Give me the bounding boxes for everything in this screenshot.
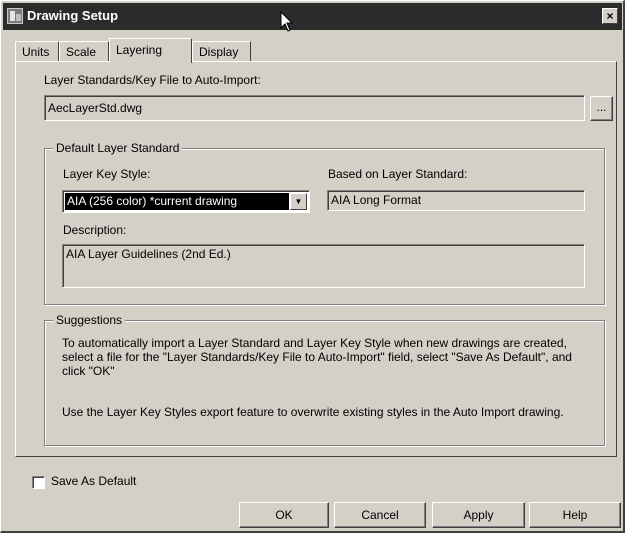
- app-icon: [7, 8, 23, 24]
- suggestion-text: To automatically import a Layer Standard…: [62, 336, 572, 378]
- tab-units[interactable]: Units: [15, 41, 59, 62]
- help-button[interactable]: Help: [529, 502, 621, 528]
- title-bar[interactable]: Drawing Setup ×: [3, 3, 622, 30]
- mouse-pointer-icon: [280, 11, 294, 32]
- based-on-label: Based on Layer Standard:: [328, 167, 468, 181]
- tab-display[interactable]: Display: [192, 41, 251, 62]
- description-field: AIA Layer Guidelines (2nd Ed.): [62, 244, 585, 288]
- suggestions-group: Suggestions To automatically import a La…: [44, 313, 605, 446]
- layer-key-style-dropdown[interactable]: AIA (256 color) *current drawing ▼: [62, 190, 310, 213]
- description-label: Description:: [63, 223, 127, 237]
- drawing-setup-dialog: Drawing Setup × Units Scale Layering Dis…: [0, 0, 625, 533]
- auto-import-field[interactable]: AecLayerStd.dwg: [44, 95, 585, 121]
- cancel-button[interactable]: Cancel: [334, 502, 426, 528]
- tab-label: Display: [199, 45, 239, 59]
- ok-button[interactable]: OK: [239, 502, 329, 528]
- default-layer-standard-group: Default Layer Standard Layer Key Style: …: [44, 141, 605, 305]
- save-as-default-checkbox[interactable]: [32, 476, 45, 489]
- window-title: Drawing Setup: [27, 8, 119, 23]
- tab-label: Scale: [66, 45, 97, 59]
- tab-scale[interactable]: Scale: [59, 41, 109, 62]
- chevron-down-icon[interactable]: ▼: [290, 193, 307, 210]
- suggestion-text: Use the Layer Key Styles export feature …: [62, 405, 564, 419]
- group-title: Suggestions: [53, 313, 126, 327]
- auto-import-label: Layer Standards/Key File to Auto-Import:: [44, 73, 261, 87]
- based-on-field: AIA Long Format: [327, 190, 585, 211]
- apply-button[interactable]: Apply: [432, 502, 525, 528]
- group-title: Default Layer Standard: [53, 141, 183, 155]
- layering-panel: Layer Standards/Key File to Auto-Import:…: [15, 61, 617, 457]
- layer-key-style-label: Layer Key Style:: [63, 167, 151, 181]
- tab-layering[interactable]: Layering: [109, 38, 192, 63]
- close-button[interactable]: ×: [602, 8, 618, 24]
- save-as-default-label[interactable]: Save As Default: [51, 474, 136, 488]
- tab-label: Units: [22, 45, 50, 59]
- close-icon: ×: [606, 9, 614, 23]
- tab-label: Layering: [116, 43, 163, 57]
- browse-button[interactable]: ...: [590, 96, 613, 121]
- layer-key-style-value: AIA (256 color) *current drawing: [65, 193, 289, 210]
